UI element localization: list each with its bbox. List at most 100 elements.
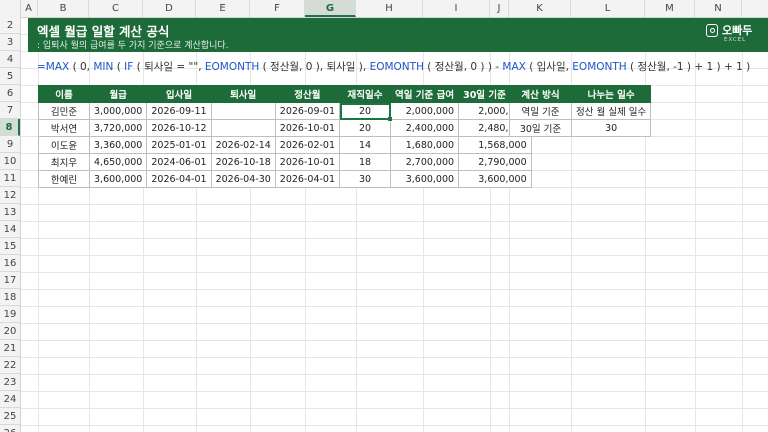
formula-part: ( 정산월, 0 ) ) -	[423, 61, 503, 73]
cell[interactable]: 2026-04-01	[146, 170, 212, 188]
cell[interactable]: 최지우	[38, 153, 90, 171]
cell[interactable]: 2024-06-01	[146, 153, 212, 171]
row-header[interactable]: 13	[0, 204, 20, 221]
cell[interactable]: 2026-02-14	[210, 136, 276, 154]
column-header-m[interactable]: M	[645, 0, 695, 17]
cell[interactable]	[210, 102, 276, 120]
cell[interactable]: 2,400,000	[390, 119, 460, 137]
column-header-b[interactable]: B	[38, 0, 89, 17]
cell[interactable]: 2,700,000	[390, 153, 460, 171]
cell[interactable]: 한예린	[38, 170, 90, 188]
row-header[interactable]: 16	[0, 255, 20, 272]
header-divisor[interactable]: 나누는 일수	[570, 85, 652, 103]
grid-line	[356, 17, 357, 432]
row-header[interactable]: 2	[0, 17, 20, 34]
row-header[interactable]: 26	[0, 425, 20, 432]
formula-fn: IF	[124, 61, 134, 73]
cell[interactable]: 이도윤	[38, 136, 90, 154]
column-header-f[interactable]: F	[250, 0, 305, 17]
select-all-corner[interactable]	[0, 0, 21, 17]
row-header[interactable]: 19	[0, 306, 20, 323]
column-header-a[interactable]: A	[20, 0, 38, 17]
cell[interactable]: 1,568,000	[458, 136, 532, 154]
cell[interactable]: 20	[339, 119, 392, 137]
header-leave-date[interactable]: 퇴사일	[210, 85, 276, 103]
row-header[interactable]: 24	[0, 391, 20, 408]
row-header[interactable]: 14	[0, 221, 20, 238]
row-header[interactable]: 15	[0, 238, 20, 255]
row-header[interactable]: 10	[0, 153, 20, 170]
row-header[interactable]: 20	[0, 323, 20, 340]
formula-fn: =MAX	[37, 61, 70, 73]
cell[interactable]: 2026-09-01	[274, 102, 341, 120]
header-method[interactable]: 계산 방식	[509, 85, 572, 103]
column-header-n[interactable]: N	[695, 0, 742, 17]
column-header-j[interactable]: J	[490, 0, 509, 17]
column-header-g[interactable]: G	[305, 0, 356, 17]
cell[interactable]: 2026-10-01	[274, 119, 341, 137]
column-header-l[interactable]: L	[571, 0, 645, 17]
cell[interactable]: 14	[339, 136, 392, 154]
brand-logo-icon	[706, 24, 718, 37]
cell[interactable]: 김민준	[38, 102, 90, 120]
row-header[interactable]: 22	[0, 357, 20, 374]
column-header-e[interactable]: E	[196, 0, 250, 17]
cell[interactable]: 30	[339, 170, 392, 188]
cell[interactable]: 30	[570, 119, 652, 137]
cell[interactable]: 18	[339, 153, 392, 171]
cell[interactable]: 3,720,000	[88, 119, 148, 137]
row-header[interactable]: 23	[0, 374, 20, 391]
row-header[interactable]: 12	[0, 187, 20, 204]
header-salary[interactable]: 월급	[88, 85, 148, 103]
column-header-c[interactable]: C	[89, 0, 143, 17]
row-header[interactable]: 8	[0, 119, 20, 136]
cell[interactable]: 2026-10-01	[274, 153, 341, 171]
row-header[interactable]: 17	[0, 272, 20, 289]
column-header-k[interactable]: K	[509, 0, 571, 17]
cell[interactable]: 30일 기준	[509, 119, 572, 137]
cell[interactable]: 3,600,000	[458, 170, 532, 188]
header-name[interactable]: 이름	[38, 85, 90, 103]
active-cell[interactable]: 20	[339, 102, 393, 122]
cell[interactable]	[210, 119, 276, 137]
header-days-worked[interactable]: 재직일수	[339, 85, 392, 103]
cell[interactable]: 2026-04-01	[274, 170, 341, 188]
grid-line	[571, 17, 572, 432]
column-header-h[interactable]: H	[356, 0, 423, 17]
cell[interactable]: 3,600,000	[390, 170, 460, 188]
row-header[interactable]: 5	[0, 68, 20, 85]
cell[interactable]: 역일 기준	[509, 102, 572, 120]
cell[interactable]: 2026-10-18	[210, 153, 276, 171]
row-header[interactable]: 3	[0, 34, 20, 51]
cell-grid[interactable]	[20, 17, 768, 432]
cell[interactable]: 3,360,000	[88, 136, 148, 154]
cell[interactable]: 2026-09-11	[146, 102, 212, 120]
row-header[interactable]: 21	[0, 340, 20, 357]
header-settlement-month[interactable]: 정산월	[274, 85, 341, 103]
cell[interactable]: 1,680,000	[390, 136, 460, 154]
row-header[interactable]: 6	[0, 85, 20, 102]
cell[interactable]: 3,000,000	[88, 102, 148, 120]
cell[interactable]: 4,650,000	[88, 153, 148, 171]
row-header[interactable]: 7	[0, 102, 20, 119]
cell[interactable]: 2025-01-01	[146, 136, 212, 154]
cell[interactable]: 박서연	[38, 119, 90, 137]
cell[interactable]: 3,600,000	[88, 170, 148, 188]
row-header[interactable]: 25	[0, 408, 20, 425]
column-header-i[interactable]: I	[423, 0, 490, 17]
cell[interactable]: 2026-10-12	[146, 119, 212, 137]
cell[interactable]: 정산 월 실제 일수	[570, 102, 652, 120]
header-hire-date[interactable]: 입사일	[146, 85, 212, 103]
row-header[interactable]: 4	[0, 51, 20, 68]
cell[interactable]: 2026-02-01	[274, 136, 341, 154]
cell[interactable]: 2,000,000	[390, 102, 460, 120]
cell[interactable]: 2026-04-30	[210, 170, 276, 188]
column-header-d[interactable]: D	[143, 0, 196, 17]
header-calendar-pay[interactable]: 역일 기준 급여	[390, 85, 460, 103]
cell[interactable]: 2,790,000	[458, 153, 532, 171]
column-header-bar: A B C D E F G H I J K L M N	[0, 0, 768, 18]
row-header[interactable]: 9	[0, 136, 20, 153]
row-header[interactable]: 18	[0, 289, 20, 306]
brand-logo: 오빠두 EXCEL	[706, 22, 756, 48]
row-header[interactable]: 11	[0, 170, 20, 187]
